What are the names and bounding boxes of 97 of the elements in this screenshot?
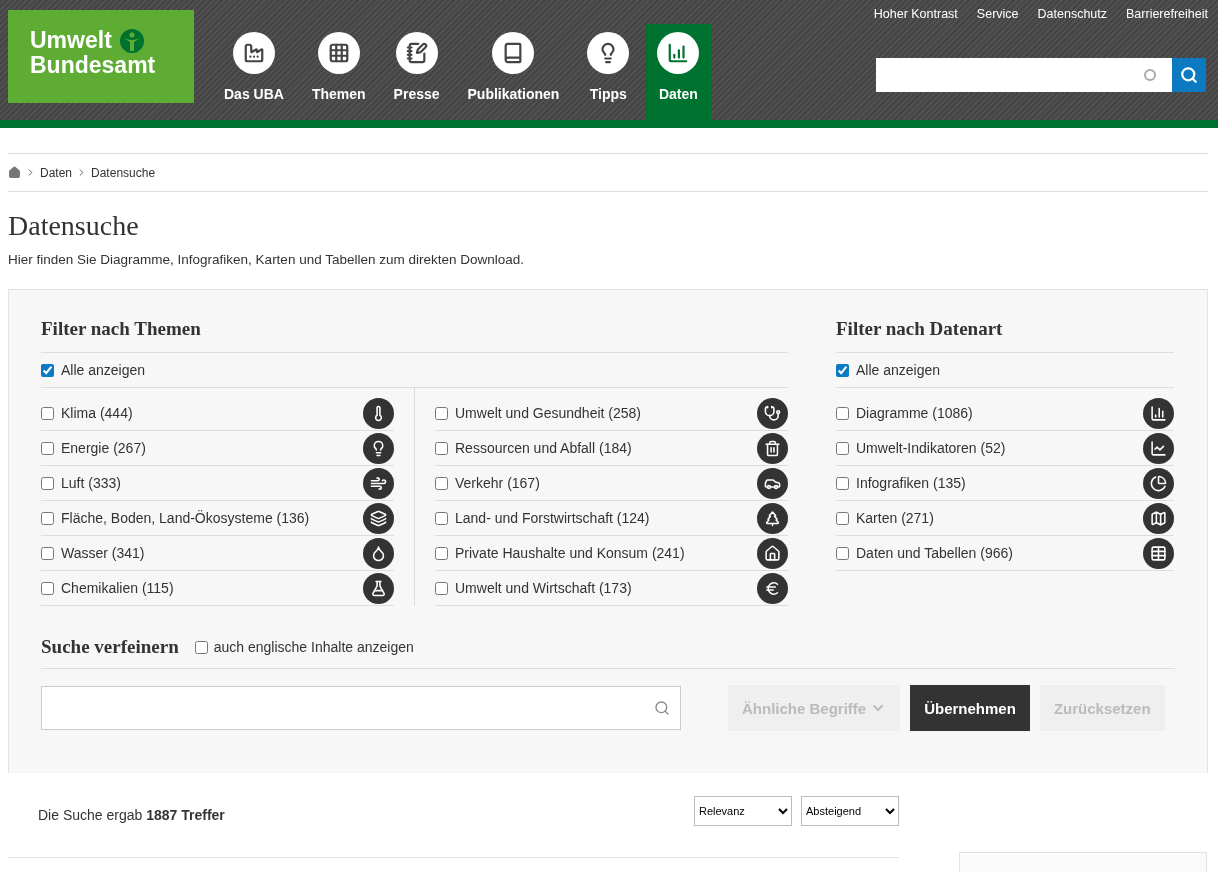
nav-item[interactable]: Tipps [575,10,642,120]
checkbox[interactable] [836,363,849,377]
house-icon [757,537,788,569]
layers-icon [363,502,394,534]
stethoscope-icon [757,397,788,429]
nav-label: Das UBA [224,86,284,102]
notepad-pen-icon [395,32,438,74]
filter-option[interactable]: Private Haushalte und Konsum (241) [435,545,685,561]
search-icon [1180,66,1198,84]
checkbox[interactable] [41,511,54,525]
nav-label: Publikationen [467,86,560,102]
checkbox[interactable] [836,546,849,560]
filter-option[interactable]: Verkehr (167) [435,475,540,491]
nav-label: Themen [311,86,366,102]
nav-label: Tipps [589,86,627,102]
map-icon [1143,502,1174,534]
checkbox[interactable] [194,640,208,654]
top-link[interactable]: Datenschutz [1037,7,1107,21]
euro-icon [757,572,788,604]
checkbox[interactable] [41,441,54,455]
wind-icon [363,467,394,499]
filter-option[interactable]: Luft (333) [41,475,121,491]
factory-icon [232,32,275,74]
filter-option[interactable]: Chemikalien (115) [41,580,174,596]
checkbox[interactable] [435,511,448,525]
filter-option[interactable]: Fläche, Boden, Land-Ökosysteme (136) [41,510,310,526]
nav-item[interactable]: Publikationen [455,10,572,120]
sort-select[interactable]: Relevanz [694,796,792,826]
section-title: Filter nach Themen [41,318,202,341]
filter-option[interactable]: Diagramme (1086) [836,405,973,421]
bar-chart-icon [1143,397,1174,429]
checkbox[interactable] [435,546,448,560]
checkbox[interactable] [41,363,54,377]
grid-icon [317,32,360,74]
figure-icon [119,28,144,53]
filter-option[interactable]: Energie (267) [41,440,146,456]
book-icon [492,32,535,74]
filter-option[interactable]: Wasser (341) [41,545,145,561]
top-link[interactable]: Barrierefreiheit [1126,7,1208,21]
breadcrumb-link[interactable]: Datensuche [91,165,156,180]
filter-option[interactable]: Daten und Tabellen (966) [836,545,1013,561]
checkbox[interactable] [41,476,54,490]
filter-option[interactable]: Umwelt und Gesundheit (258) [435,405,641,421]
bar-chart-icon [657,32,700,74]
filter-option[interactable]: Land- und Forstwirtschaft (124) [435,510,650,526]
trash-can-icon [757,432,788,464]
tree-icon [757,502,788,534]
checkbox[interactable] [435,406,448,420]
nav-item[interactable]: Themen [299,10,378,120]
filter-option[interactable]: Klima (444) [41,405,133,421]
filter-option[interactable]: Umwelt und Wirtschaft (173) [435,580,632,596]
table-icon [1143,537,1174,569]
search-field[interactable] [41,686,681,730]
checkbox[interactable] [836,476,849,490]
filter-option[interactable]: Karten (271) [836,510,934,526]
checkbox[interactable] [435,441,448,455]
show-all-option[interactable]: Alle anzeigen [41,362,146,378]
breadcrumb-link[interactable]: Daten [40,165,73,180]
order-select[interactable]: Absteigend [801,796,899,826]
section-title: Suche verfeinern [41,636,179,658]
checkbox[interactable] [836,406,849,420]
car-icon [757,467,788,499]
flask-icon [363,572,394,604]
filter-option[interactable]: Umwelt-Indikatoren (52) [836,440,1006,456]
checkbox[interactable] [435,476,448,490]
line-chart-icon [1143,432,1174,464]
filter-option[interactable]: Ressourcen und Abfall (184) [435,440,632,456]
nav-label: Daten [658,86,698,102]
intro-text: Hier finden Sie Diagramme, Infografiken, Karten und Tabellen zum direkten Download. [8,252,526,267]
search-button[interactable] [1172,58,1206,92]
lightbulb-icon [363,432,394,464]
thermometer-icon [363,397,394,429]
search-icon [654,700,670,716]
checkbox[interactable] [836,441,849,455]
pie-chart-icon [1143,467,1174,499]
nav-item[interactable]: Presse [381,10,452,120]
checkbox[interactable] [41,406,54,420]
nav-item[interactable]: Das UBA [212,10,296,120]
checkbox[interactable] [41,546,54,560]
checkbox[interactable] [41,581,54,595]
top-link[interactable]: Service [976,7,1019,21]
checkbox[interactable] [836,511,849,525]
home-icon[interactable] [8,166,21,179]
checkbox[interactable] [435,581,448,595]
english-option[interactable]: auch englische Inhalte anzeigen [194,639,414,655]
spinner-icon [1144,69,1156,81]
action-button[interactable]: Übernehmen [910,685,1030,731]
page-title: Datensuche [8,210,140,242]
droplet-icon [363,537,394,569]
show-all-option[interactable]: Alle anzeigen [836,362,941,378]
result-count: Die Suche ergab 1887 Treffer [38,807,225,823]
nav-item[interactable]: Daten [645,24,712,120]
lightbulb-icon [587,32,630,74]
section-title: Filter nach Datenart [836,318,1004,341]
filter-option[interactable]: Infografiken (135) [836,475,966,491]
nav-label: Presse [393,86,440,102]
top-link[interactable]: Hoher Kontrast [873,7,958,21]
